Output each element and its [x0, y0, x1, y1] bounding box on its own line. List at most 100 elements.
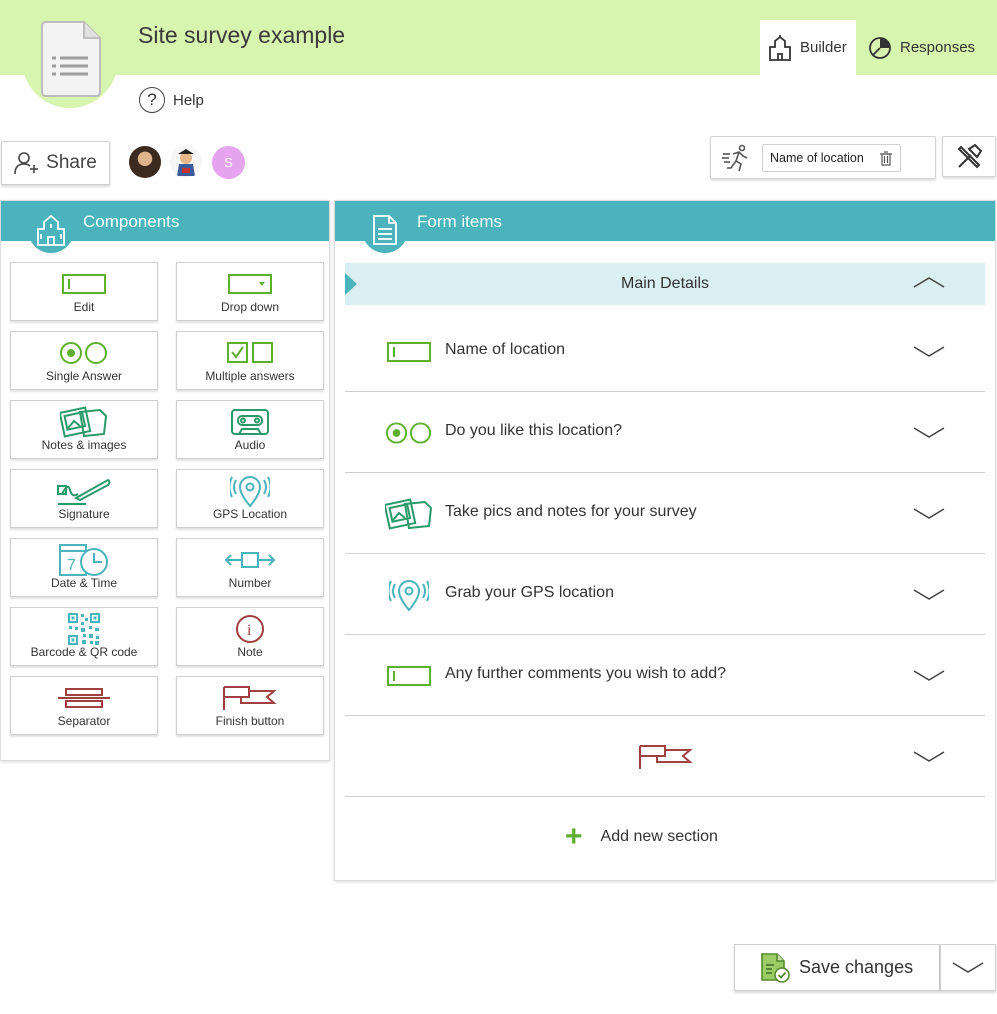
component-label: Drop down	[220, 300, 280, 314]
component-date-time[interactable]: 7 Date & Time	[10, 538, 158, 597]
chevron-down-icon[interactable]	[913, 507, 945, 521]
component-single-answer[interactable]: Single Answer	[10, 331, 158, 390]
add-section-button[interactable]: + Add new section	[565, 820, 718, 853]
form-row-comments[interactable]: Any further comments you wish to add?	[345, 635, 985, 716]
component-label: Edit	[73, 300, 95, 314]
chevron-down-icon[interactable]	[913, 588, 945, 602]
component-finish-button[interactable]: Finish button	[176, 676, 324, 735]
chevron-down-icon[interactable]	[913, 426, 945, 440]
components-title: Components	[83, 212, 180, 231]
avatar[interactable]	[129, 146, 161, 178]
form-row-label: Any further comments you wish to add?	[445, 665, 727, 682]
share-button[interactable]: Share	[1, 141, 110, 185]
gps-icon	[230, 476, 270, 508]
component-label: GPS Location	[212, 507, 288, 521]
component-notes-images[interactable]: Notes & images	[10, 400, 158, 459]
component-label: Barcode & QR code	[30, 645, 138, 659]
avatar[interactable]	[170, 146, 202, 178]
multiple-answers-icon	[227, 342, 273, 363]
form-row-label: Do you like this location?	[445, 422, 622, 439]
component-number[interactable]: Number	[176, 538, 324, 597]
components-head-circle	[28, 207, 74, 253]
form-row-label: Grab your GPS location	[445, 584, 614, 601]
section-main-details[interactable]: Main Details	[345, 263, 985, 305]
component-barcode-qr[interactable]: Barcode & QR code	[10, 607, 158, 666]
notes-images-icon	[60, 406, 108, 438]
filter-chip[interactable]: Name of location	[762, 144, 901, 172]
component-audio[interactable]: Audio	[176, 400, 324, 459]
help-link[interactable]: ? Help	[139, 87, 204, 113]
component-label: Finish button	[215, 714, 285, 728]
form-row-label: Take pics and notes for your survey	[445, 503, 697, 520]
filter-chip-label: Name of location	[770, 151, 864, 165]
svg-text:7: 7	[67, 557, 76, 574]
component-signature[interactable]: Signature	[10, 469, 158, 528]
component-label: Note	[237, 645, 263, 659]
save-button[interactable]: Save changes	[734, 944, 940, 991]
component-label: Separator	[57, 714, 111, 728]
section-title: Main Details	[620, 275, 710, 292]
dropdown-icon	[228, 274, 272, 294]
form-row-finish[interactable]	[345, 716, 985, 797]
form-items-panel: Form items Main Details Name of location…	[334, 200, 996, 881]
separator-icon	[58, 688, 110, 708]
date-time-icon: 7	[59, 544, 108, 576]
info-icon: i	[236, 615, 264, 643]
help-icon: ?	[139, 87, 165, 113]
save-options-dropdown[interactable]	[940, 944, 996, 991]
filter-box: Name of location	[710, 136, 936, 179]
document-icon	[41, 21, 101, 97]
form-head-circle	[362, 207, 408, 253]
pirate-avatar-icon	[177, 149, 195, 176]
chevron-down-icon[interactable]	[913, 345, 945, 359]
svg-text:i: i	[247, 622, 252, 639]
add-user-icon	[14, 152, 39, 175]
audio-icon	[231, 409, 269, 435]
tab-responses-label: Responses	[900, 39, 976, 56]
component-label: Date & Time	[50, 576, 118, 590]
save-label: Save changes	[799, 957, 914, 977]
component-gps-location[interactable]: GPS Location	[176, 469, 324, 528]
components-panel: Components Edit Drop down Single Answer …	[0, 200, 330, 761]
finish-flag-icon	[639, 745, 693, 769]
avatar[interactable]: S	[212, 146, 245, 179]
trash-icon[interactable]	[880, 151, 892, 166]
form-row-pics-notes[interactable]: Take pics and notes for your survey	[345, 473, 985, 554]
form-row-like-location[interactable]: Do you like this location?	[345, 392, 985, 473]
component-label: Signature	[58, 507, 110, 521]
share-label: Share	[46, 152, 97, 173]
form-row-gps[interactable]: Grab your GPS location	[345, 554, 985, 635]
component-label: Single Answer	[45, 369, 123, 383]
gps-icon	[389, 580, 429, 612]
chevron-down-icon[interactable]	[913, 669, 945, 683]
tab-responses[interactable]: Responses	[862, 20, 992, 75]
add-section-label: Add new section	[600, 828, 718, 845]
single-answer-icon	[385, 422, 432, 444]
component-note[interactable]: i Note	[176, 607, 324, 666]
save-document-icon	[761, 952, 790, 983]
pie-chart-icon	[869, 36, 891, 59]
notes-images-icon	[385, 498, 433, 530]
component-label: Notes & images	[41, 438, 127, 452]
components-header: Components	[1, 201, 329, 253]
chevron-up-icon[interactable]	[913, 275, 945, 289]
tools-button[interactable]	[942, 136, 996, 177]
chevron-down-icon	[952, 961, 984, 973]
form-items-title: Form items	[417, 212, 502, 231]
component-dropdown[interactable]: Drop down	[176, 262, 324, 321]
page-title: Site survey example	[138, 22, 346, 48]
component-separator[interactable]: Separator	[10, 676, 158, 735]
edit-field-icon	[387, 666, 431, 686]
plus-icon: +	[565, 820, 583, 853]
signature-icon	[57, 478, 111, 505]
form-row-name-of-location[interactable]: Name of location	[345, 311, 985, 392]
component-label: Number	[228, 576, 272, 590]
tab-builder[interactable]: Builder	[760, 20, 856, 75]
edit-field-icon	[62, 274, 106, 294]
component-multiple-answers[interactable]: Multiple answers	[176, 331, 324, 390]
component-edit[interactable]: Edit	[10, 262, 158, 321]
building-icon	[769, 34, 791, 61]
running-person-icon[interactable]	[721, 144, 751, 172]
component-label: Audio	[234, 438, 266, 452]
chevron-down-icon[interactable]	[913, 750, 945, 764]
